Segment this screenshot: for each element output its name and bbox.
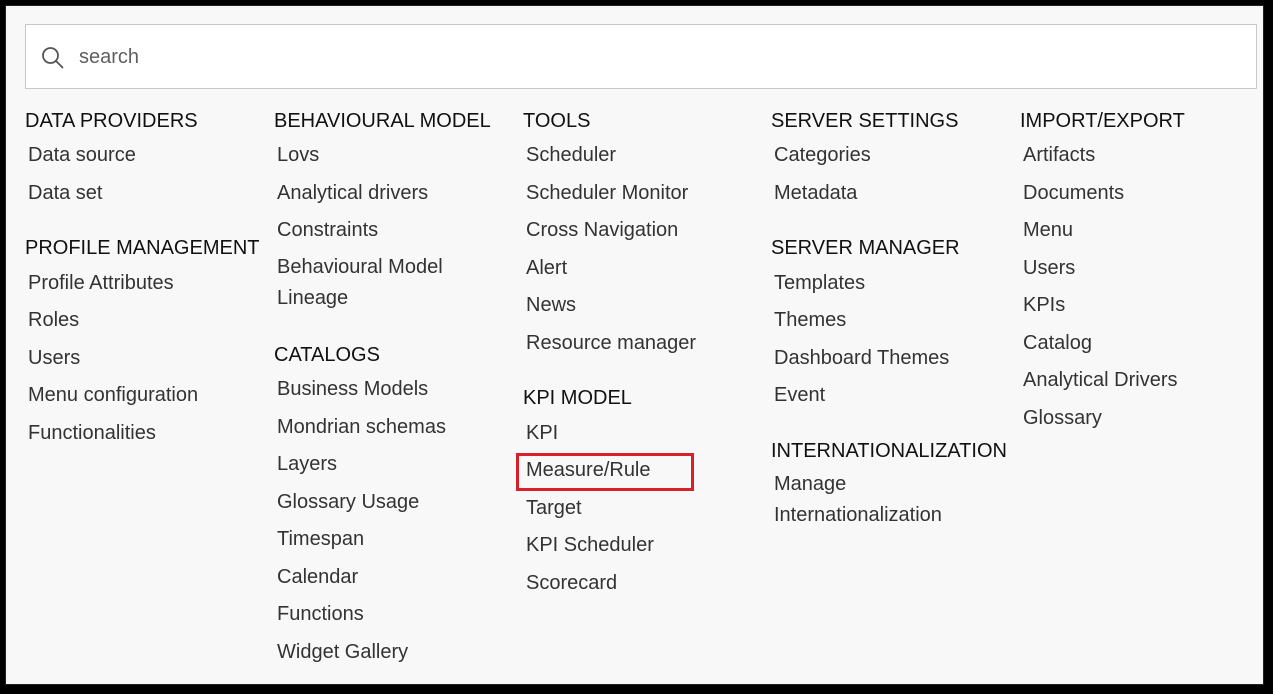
section-title-server-manager: SERVER MANAGER (771, 237, 960, 259)
menu-item-profile-attributes[interactable]: Profile Attributes (28, 270, 174, 296)
menu-item-behavioural-model-lineage[interactable]: Behavioural Model Lineage (277, 252, 477, 314)
menu-item-resource-manager[interactable]: Resource manager (526, 330, 696, 356)
search-box[interactable] (25, 24, 1257, 89)
section-title-profile-management: PROFILE MANAGEMENT (25, 237, 260, 259)
menu-item-business-models[interactable]: Business Models (277, 376, 428, 402)
menu-item-scheduler-monitor[interactable]: Scheduler Monitor (526, 180, 688, 206)
menu-item-roles[interactable]: Roles (28, 307, 79, 333)
menu-item-catalog[interactable]: Catalog (1023, 330, 1092, 356)
menu-item-lovs[interactable]: Lovs (277, 142, 319, 168)
menu-item-analytical-drivers[interactable]: Analytical drivers (277, 180, 428, 206)
menu-item-news[interactable]: News (526, 292, 576, 318)
menu-item-users[interactable]: Users (28, 345, 80, 371)
menu-item-constraints[interactable]: Constraints (277, 217, 378, 243)
search-input[interactable] (79, 39, 1229, 75)
menu-item-timespan[interactable]: Timespan (277, 526, 364, 552)
menu-item-metadata[interactable]: Metadata (774, 180, 857, 206)
section-title-behavioural-model: BEHAVIOURAL MODEL (274, 110, 491, 132)
menu-item-scheduler[interactable]: Scheduler (526, 142, 616, 168)
menu-item-templates[interactable]: Templates (774, 270, 865, 296)
menu-item-scorecard[interactable]: Scorecard (526, 570, 617, 596)
menu-item-kpi[interactable]: KPI (526, 420, 558, 446)
menu-item-manage-internationalization[interactable]: Manage Internationalization (774, 469, 974, 531)
menu-item-measure-rule[interactable]: Measure/Rule (526, 457, 651, 483)
menu-item-kpis[interactable]: KPIs (1023, 292, 1065, 318)
menu-item-analytical-drivers-export[interactable]: Analytical Drivers (1023, 367, 1177, 393)
menu-item-documents[interactable]: Documents (1023, 180, 1124, 206)
menu-item-glossary-usage[interactable]: Glossary Usage (277, 489, 419, 515)
search-icon (41, 46, 64, 69)
section-title-internationalization: INTERNATIONALIZATION (771, 440, 1007, 462)
menu-item-cross-navigation[interactable]: Cross Navigation (526, 217, 678, 243)
section-title-import-export: IMPORT/EXPORT (1020, 110, 1185, 132)
menu-item-categories[interactable]: Categories (774, 142, 871, 168)
menu-item-data-source[interactable]: Data source (28, 142, 136, 168)
menu-item-event[interactable]: Event (774, 382, 825, 408)
section-title-server-settings: SERVER SETTINGS (771, 110, 959, 132)
section-title-catalogs: CATALOGS (274, 344, 380, 366)
section-title-kpi-model: KPI MODEL (523, 387, 632, 409)
menu-item-target[interactable]: Target (526, 495, 582, 521)
menu-item-artifacts[interactable]: Artifacts (1023, 142, 1095, 168)
menu-item-calendar[interactable]: Calendar (277, 564, 358, 590)
menu-panel: DATA PROVIDERS Data source Data set PROF… (5, 5, 1264, 685)
menu-item-glossary[interactable]: Glossary (1023, 405, 1102, 431)
menu-item-functionalities[interactable]: Functionalities (28, 420, 156, 446)
menu-item-data-set[interactable]: Data set (28, 180, 102, 206)
section-title-tools: TOOLS (523, 110, 591, 132)
menu-item-dashboard-themes[interactable]: Dashboard Themes (774, 345, 949, 371)
menu-item-users-export[interactable]: Users (1023, 255, 1075, 281)
menu-item-menu[interactable]: Menu (1023, 217, 1073, 243)
menu-item-mondrian-schemas[interactable]: Mondrian schemas (277, 414, 446, 440)
section-title-data-providers: DATA PROVIDERS (25, 110, 198, 132)
menu-item-alert[interactable]: Alert (526, 255, 567, 281)
menu-item-themes[interactable]: Themes (774, 307, 846, 333)
menu-item-menu-configuration[interactable]: Menu configuration (28, 382, 198, 408)
menu-item-functions[interactable]: Functions (277, 601, 364, 627)
menu-item-widget-gallery[interactable]: Widget Gallery (277, 639, 408, 665)
menu-item-layers[interactable]: Layers (277, 451, 337, 477)
menu-item-kpi-scheduler[interactable]: KPI Scheduler (526, 532, 654, 558)
